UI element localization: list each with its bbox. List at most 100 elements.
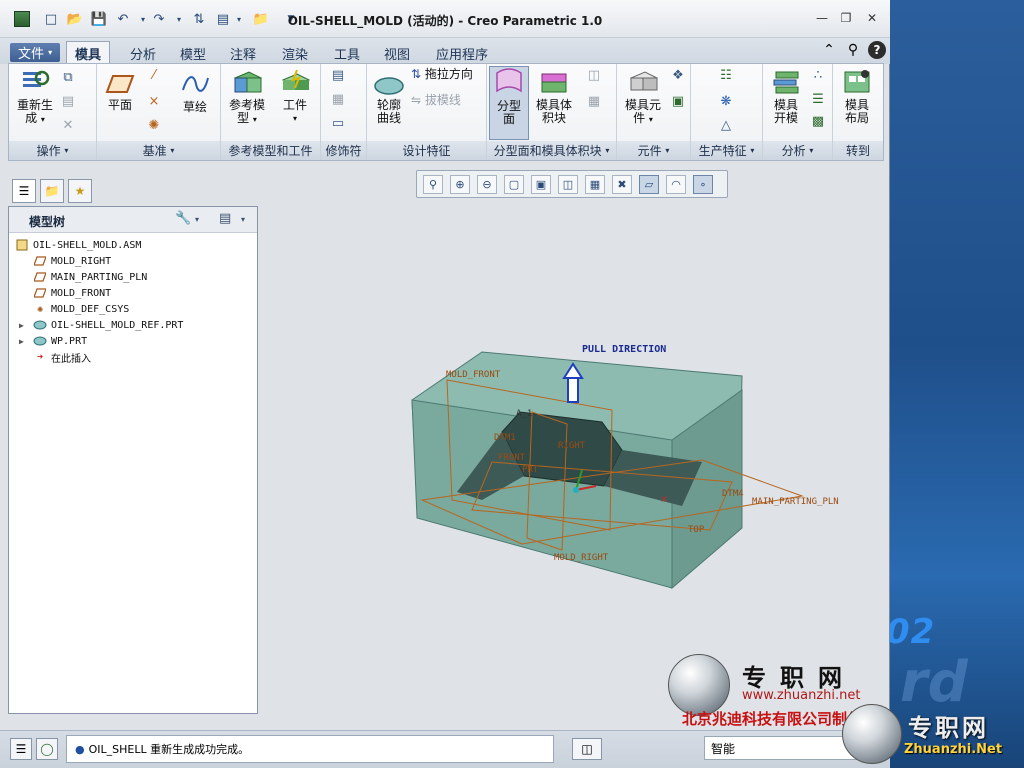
spin-center-icon[interactable]: ◠: [666, 175, 686, 194]
group-parting-footer[interactable]: 分型面和模具体积块 ▾: [487, 141, 616, 160]
datum-axis-icon[interactable]: ⁄: [145, 68, 163, 84]
close-button[interactable]: ✕: [862, 9, 882, 27]
sketch-button[interactable]: 草绘: [177, 70, 213, 114]
tab-file-label: 文件: [18, 47, 45, 62]
shrink-dimension-icon[interactable]: ▦: [329, 92, 347, 108]
tree-settings-icon[interactable]: 🔧: [175, 211, 191, 226]
navigator-toggle-icon[interactable]: ☰: [10, 738, 32, 760]
group-operations-footer[interactable]: 操作 ▾: [9, 141, 96, 160]
runner-icon[interactable]: ☷: [717, 68, 735, 84]
mold-layout-button[interactable]: 模具 布局: [837, 68, 877, 125]
tab-view[interactable]: 视图: [376, 42, 418, 64]
split-volume-icon[interactable]: ◫: [585, 68, 603, 84]
watermark-company: 北京兆迪科技有限公司制作: [682, 710, 863, 728]
saved-views-icon[interactable]: ◫: [558, 175, 578, 194]
group-datum-footer[interactable]: 基准 ▾: [97, 141, 220, 160]
draft-line-icon: ⇋: [411, 93, 422, 107]
search-icon[interactable]: ⚲: [844, 41, 862, 59]
annotation-display-icon[interactable]: ∘: [693, 175, 713, 194]
paste-icon[interactable]: ▤: [59, 94, 77, 110]
volume-dropdown-icon[interactable]: ▦: [585, 94, 603, 110]
graphics-area[interactable]: × PULL DIRECTION MOLD_FRONT MAIN_PARTING…: [262, 200, 884, 716]
minimize-button[interactable]: —: [812, 9, 832, 27]
tree-item[interactable]: MOLD_RIGHT: [33, 253, 111, 269]
tab-mold[interactable]: 模具: [66, 41, 111, 64]
tree-show-icon[interactable]: ▤: [219, 211, 231, 226]
copy-icon[interactable]: ⧉: [59, 70, 77, 86]
regenerate-icon: [23, 70, 50, 87]
datum-plane-icon: [33, 255, 47, 267]
help-icon[interactable]: ?: [868, 41, 886, 59]
waterline-icon[interactable]: ❋: [717, 94, 735, 110]
cast-icon[interactable]: ❖: [669, 68, 687, 84]
workpiece-button[interactable]: 工件 ▾: [275, 68, 315, 125]
tree-item[interactable]: ✺ MOLD_DEF_CSYS: [33, 301, 129, 317]
parting-surface-button[interactable]: 分型 面: [489, 66, 529, 140]
datum-point-icon[interactable]: ×: [145, 94, 163, 110]
group-goto: 模具 布局 转到: [833, 64, 883, 160]
group-modifiers: ▤ ▦ ▭ 修饰符: [321, 64, 367, 160]
tab-tools[interactable]: 工具: [326, 42, 368, 64]
zoom-in-icon[interactable]: ⊕: [450, 175, 470, 194]
tab-file[interactable]: 文件 ▾: [10, 43, 61, 62]
tree-item[interactable]: ▶ OIL-SHELL_MOLD_REF.PRT: [19, 317, 183, 333]
datum-csys-icon[interactable]: ✺: [145, 118, 163, 134]
tree-show-dropdown-icon[interactable]: ▾: [241, 215, 245, 224]
display-style-icon[interactable]: ▣: [531, 175, 551, 194]
status-message: OIL_SHELL 重新生成成功完成。: [88, 743, 250, 756]
tab-model[interactable]: 模型: [172, 42, 214, 64]
repaint-icon[interactable]: ▢: [504, 175, 524, 194]
mold-layout-icon: [844, 70, 870, 93]
tab-annotate[interactable]: 注释: [222, 42, 264, 64]
tree-item[interactable]: ➜ 在此插入: [33, 349, 91, 365]
drag-direction-button[interactable]: ⇅ 拖拉方向: [411, 68, 487, 81]
draft-check-icon[interactable]: ∴: [809, 68, 827, 84]
browser-toggle-icon[interactable]: ◯: [36, 738, 58, 760]
tree-item[interactable]: MOLD_FRONT: [33, 285, 111, 301]
projected-area-icon[interactable]: ▩: [809, 114, 827, 130]
favorites-tab-icon[interactable]: ★: [68, 179, 92, 203]
draft-line-button[interactable]: ⇋ 拔模线: [411, 94, 487, 107]
mold-component-button[interactable]: 模具元 件 ▾: [621, 68, 665, 126]
mold-base-icon[interactable]: ▣: [669, 94, 687, 110]
group-production-footer[interactable]: 生产特征 ▾: [691, 141, 762, 160]
tree-item[interactable]: ▶ WP.PRT: [19, 333, 87, 349]
thickness-check-icon[interactable]: ☰: [809, 92, 827, 108]
insert-arrow-icon: ➜: [36, 351, 44, 363]
group-analysis-footer[interactable]: 分析 ▾: [763, 141, 832, 160]
tree-item[interactable]: OIL-SHELL_MOLD.ASM: [15, 237, 141, 253]
tab-render[interactable]: 渲染: [274, 42, 316, 64]
tree-item[interactable]: MAIN_PARTING_PLN: [33, 269, 147, 285]
plane-button[interactable]: 平面: [103, 72, 137, 112]
shrink-feature-icon[interactable]: ▭: [329, 116, 347, 132]
mold-model-view[interactable]: × PULL DIRECTION MOLD_FRONT MAIN_PARTING…: [262, 200, 884, 716]
expand-arrow-icon[interactable]: ▶: [19, 321, 24, 330]
silhouette-curve-button[interactable]: 轮廓 曲线: [371, 74, 407, 125]
tab-applications[interactable]: 应用程序: [428, 42, 496, 64]
find-icon[interactable]: ◫: [572, 738, 602, 760]
mold-volume-button[interactable]: 模具体 积块: [533, 68, 575, 125]
collapse-ribbon-icon[interactable]: ⌃: [820, 41, 838, 59]
model-tree-tab-icon[interactable]: ☰: [12, 179, 36, 203]
group-components-footer[interactable]: 元件 ▾: [617, 141, 690, 160]
expand-arrow-icon[interactable]: ▶: [19, 337, 24, 346]
group-operations-label: 操作: [36, 144, 61, 158]
refit-icon[interactable]: ⚲: [423, 175, 443, 194]
group-datum: 平面 ⁄ × ✺ 草绘 基准 ▾: [97, 64, 221, 160]
ref-model-button[interactable]: 参考模 型 ▾: [225, 68, 269, 126]
tab-analysis[interactable]: 分析: [122, 42, 164, 64]
tree-settings-dropdown-icon[interactable]: ▾: [195, 215, 199, 224]
ejector-icon[interactable]: △: [717, 118, 735, 134]
shrink-icon[interactable]: ▤: [329, 68, 347, 84]
restore-button[interactable]: ❐: [836, 9, 856, 27]
dtm1-label: DTM1: [494, 433, 516, 443]
mold-open-button[interactable]: 模具 开模: [767, 68, 805, 125]
view-manager-icon[interactable]: ▦: [585, 175, 605, 194]
folder-browser-tab-icon[interactable]: 📁: [40, 179, 64, 203]
datum-display-icon[interactable]: ▱: [639, 175, 659, 194]
perspective-icon[interactable]: ✖: [612, 175, 632, 194]
delete-icon[interactable]: ✕: [59, 118, 77, 134]
zoom-out-icon[interactable]: ⊖: [477, 175, 497, 194]
datum-plane-icon: [105, 75, 135, 93]
regenerate-button[interactable]: 重新生 成 ▾: [13, 68, 57, 126]
